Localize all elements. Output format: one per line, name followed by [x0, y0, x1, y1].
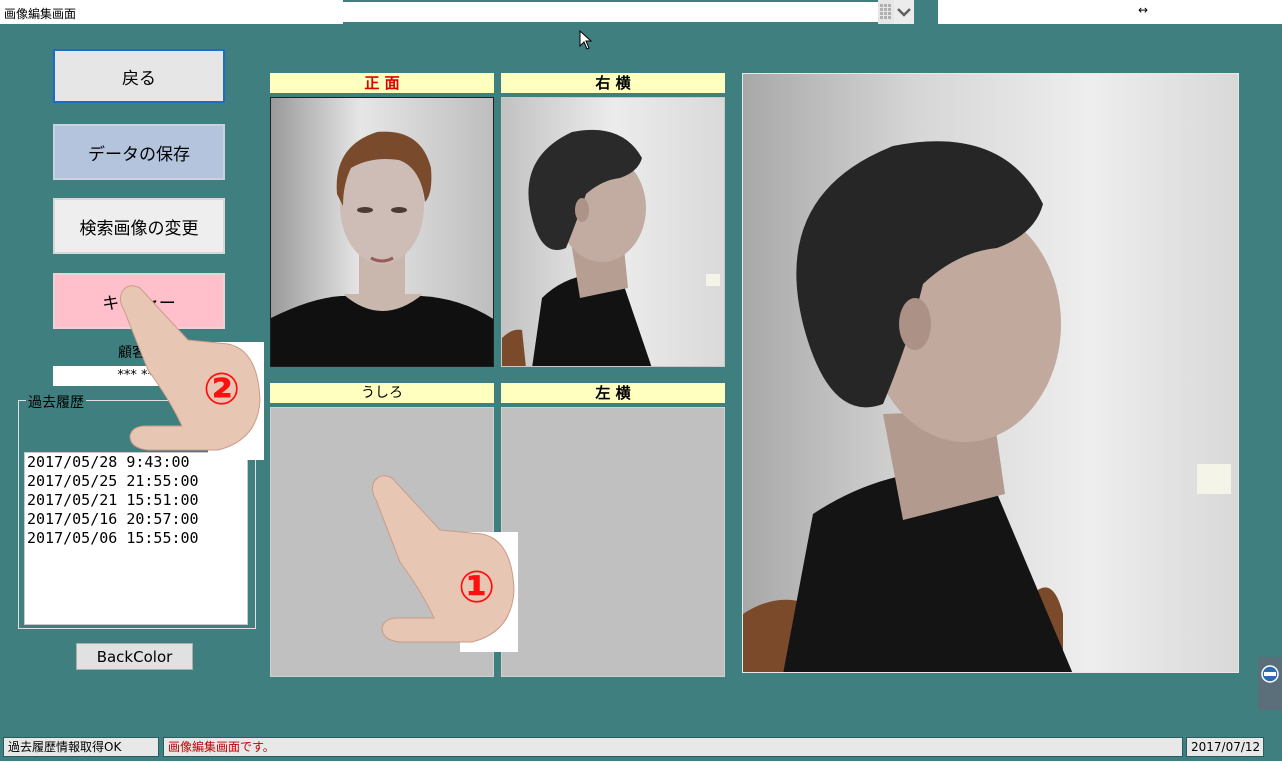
left-side-view-label: 左 横 — [501, 383, 725, 403]
front-view-photo[interactable] — [270, 97, 494, 367]
status-message: 画像編集画面です。 — [163, 737, 1183, 757]
status-history-info: 過去履歴情報取得OK — [3, 737, 159, 757]
pointing-finger-2-icon — [118, 280, 264, 464]
status-date: 2017/07/12 — [1186, 737, 1264, 757]
back-view-label: うしろ — [270, 383, 494, 403]
right-side-view-label: 右 横 — [501, 73, 725, 93]
list-item[interactable]: 2017/05/16 20:57:00 — [27, 510, 247, 529]
right-side-view-photo[interactable] — [501, 97, 725, 367]
list-item[interactable]: 2017/05/06 15:55:00 — [27, 529, 247, 548]
list-item[interactable]: 2017/05/25 21:55:00 — [27, 472, 247, 491]
grid-icon[interactable] — [878, 0, 894, 24]
history-group-title: 過去履歴 — [26, 392, 86, 412]
change-search-image-button[interactable]: 検索画像の変更 — [53, 198, 225, 254]
resize-horizontal-icon[interactable]: ↔ — [1138, 3, 1148, 17]
title-bar-input[interactable] — [343, 2, 878, 22]
list-item[interactable]: 2017/05/21 15:51:00 — [27, 491, 247, 510]
history-list[interactable]: 2017/05/28 9:43:00 2017/05/25 21:55:00 2… — [24, 452, 248, 625]
left-side-view-photo[interactable] — [501, 407, 725, 677]
step-marker-1: ① — [458, 562, 496, 613]
side-panel-tab[interactable] — [1258, 657, 1282, 710]
save-data-button[interactable]: データの保存 — [53, 124, 225, 180]
mouse-cursor-icon — [579, 29, 593, 54]
selected-photo-preview — [742, 73, 1239, 673]
pointing-finger-1-icon — [370, 470, 518, 656]
back-button[interactable]: 戻る — [53, 49, 225, 103]
front-view-label: 正 面 — [270, 73, 494, 93]
chevron-down-icon[interactable] — [894, 0, 914, 24]
window-title: 画像編集画面 — [4, 7, 77, 21]
step-marker-2: ② — [203, 364, 241, 415]
backcolor-button[interactable]: BackColor — [76, 643, 193, 670]
title-bar-right-field — [938, 0, 1282, 24]
